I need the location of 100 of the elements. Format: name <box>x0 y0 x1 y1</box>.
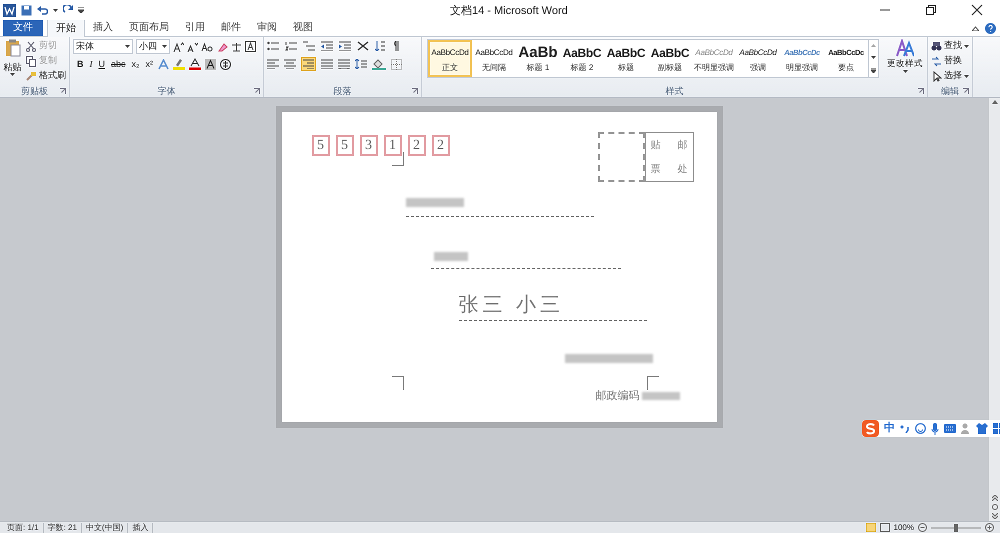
style-gallery-item[interactable]: AaBbCcDd 强调 <box>736 40 780 77</box>
shirt-icon[interactable] <box>976 423 988 434</box>
editing-command[interactable]: 替换 <box>931 54 969 68</box>
ribbon-tab[interactable]: 审阅 <box>249 19 285 36</box>
font-color-icon[interactable] <box>189 58 202 70</box>
align-center-icon[interactable] <box>284 59 296 69</box>
caret-icon[interactable] <box>125 45 130 48</box>
format-button[interactable]: I <box>88 58 94 70</box>
ribbon-tab[interactable]: 文件 <box>3 19 43 36</box>
crop-mark <box>646 376 658 390</box>
dialog-launcher-icon[interactable] <box>254 88 260 94</box>
zoom-in-icon[interactable] <box>985 523 994 532</box>
style-gallery-item[interactable]: AaBbC 副标题 <box>648 40 692 77</box>
character-border-icon[interactable] <box>245 41 256 52</box>
collapse-ribbon-icon[interactable] <box>972 26 979 31</box>
align-left-icon[interactable] <box>267 59 279 69</box>
format-button[interactable]: U <box>98 58 106 70</box>
microphone-icon[interactable] <box>931 422 939 434</box>
gallery-scroll-buttons[interactable] <box>868 40 878 77</box>
ribbon-tab[interactable]: 引用 <box>177 19 213 36</box>
character-shading-icon[interactable] <box>205 58 216 70</box>
stamp-label: 票 <box>650 162 662 176</box>
scroll-up-icon[interactable] <box>992 100 998 104</box>
format-button[interactable]: abc <box>110 58 127 70</box>
grow-font-icon[interactable] <box>173 42 184 52</box>
full-screen-icon[interactable] <box>880 523 890 532</box>
style-gallery-item[interactable]: AaBbCcDd 正文 <box>428 40 472 77</box>
caret-icon[interactable] <box>162 45 167 48</box>
recipient-name: 张三 小三 <box>458 293 564 318</box>
sort-icon[interactable] <box>375 41 386 51</box>
save-icon[interactable] <box>21 4 32 16</box>
crop-mark <box>392 376 404 390</box>
smiley-icon[interactable] <box>915 423 926 434</box>
paste-button[interactable]: 粘贴 <box>4 62 22 73</box>
style-gallery-item[interactable]: AaBbC 标题 <box>604 40 648 77</box>
previous-page-icon[interactable] <box>992 495 998 501</box>
undo-icon[interactable] <box>37 5 48 15</box>
editing-command[interactable]: 查找 <box>931 39 969 53</box>
customize-toolbar-icon[interactable] <box>78 7 84 13</box>
text-effects-icon[interactable] <box>158 58 170 70</box>
shading-icon[interactable] <box>372 58 386 70</box>
highlighter-icon[interactable] <box>173 58 186 70</box>
borders-icon[interactable] <box>391 58 402 70</box>
postcode-box: 1 <box>384 135 402 156</box>
ribbon-tab[interactable]: 开始 <box>47 19 85 37</box>
bullets-icon[interactable] <box>267 41 279 51</box>
keyboard-icon[interactable] <box>944 424 956 433</box>
align-right-button[interactable] <box>301 57 316 71</box>
status-item: 页面: 1/1 <box>3 522 44 532</box>
zoom-slider-icon[interactable] <box>931 524 981 532</box>
shrink-font-icon[interactable] <box>187 42 198 52</box>
style-gallery-item[interactable]: AaBb 标题 1 <box>516 40 560 77</box>
change-case-icon[interactable] <box>201 42 214 52</box>
browse-object-icon[interactable] <box>992 504 998 510</box>
ribbon-tab[interactable]: 视图 <box>285 19 321 36</box>
more-styles-icon[interactable] <box>871 68 876 73</box>
multilevel-list-icon[interactable] <box>303 41 315 51</box>
show-marks-icon[interactable] <box>392 41 400 51</box>
caret-icon[interactable] <box>10 73 15 76</box>
decrease-indent-icon[interactable] <box>321 41 333 51</box>
style-preview: AaBbCcDd <box>431 46 469 58</box>
caret-icon[interactable] <box>964 44 969 48</box>
format-button[interactable]: x² <box>144 58 154 70</box>
style-gallery-item[interactable]: AaBbC 标题 2 <box>560 40 604 77</box>
clipboard-icon[interactable] <box>4 39 20 57</box>
postcode-box: 2 <box>432 135 450 156</box>
dialog-launcher-icon[interactable] <box>412 88 418 94</box>
clipboard-command[interactable]: 格式刷 <box>39 69 66 83</box>
redacted-text <box>642 392 680 400</box>
help-icon[interactable] <box>985 23 996 34</box>
format-button[interactable]: x₂ <box>130 58 141 70</box>
style-gallery-item[interactable]: AaBbCcDd 无间隔 <box>472 40 516 77</box>
next-page-icon[interactable] <box>992 513 998 519</box>
dialog-launcher-icon[interactable] <box>918 88 924 94</box>
punctuation-icon[interactable] <box>900 424 910 432</box>
font-size-field[interactable]: 小四 <box>136 39 170 54</box>
caret-icon[interactable] <box>902 70 908 73</box>
ribbon-tab[interactable]: 插入 <box>85 19 121 36</box>
format-button[interactable]: B <box>76 58 84 70</box>
redo-icon[interactable] <box>63 5 73 15</box>
caret-icon[interactable] <box>964 74 969 78</box>
input-mode-toggle[interactable]: 中 <box>884 420 895 437</box>
increase-indent-icon[interactable] <box>339 41 351 51</box>
style-name: 要点 <box>838 62 854 74</box>
justify-icon[interactable] <box>321 59 333 69</box>
editing-command[interactable]: 选择 <box>931 69 969 83</box>
ime-logo-icon[interactable] <box>862 420 879 437</box>
numbering-icon[interactable] <box>285 41 297 51</box>
vertical-scrollbar[interactable] <box>988 98 1000 521</box>
style-gallery-item[interactable]: AaBbCcDd 不明显强调 <box>692 40 736 77</box>
zoom-out-icon[interactable] <box>918 523 927 532</box>
change-styles-button[interactable]: 更改样式 <box>885 39 925 85</box>
ribbon-tab[interactable]: 邮件 <box>213 19 249 36</box>
caret-icon[interactable] <box>53 8 58 12</box>
dialog-launcher-icon[interactable] <box>963 88 969 94</box>
dialog-launcher-icon[interactable] <box>60 88 66 94</box>
line-spacing-icon[interactable] <box>355 59 367 69</box>
scroll-down-icon[interactable] <box>871 56 876 59</box>
font-name-field[interactable]: 宋体 <box>73 39 133 54</box>
ribbon-tab[interactable]: 页面布局 <box>121 19 177 36</box>
